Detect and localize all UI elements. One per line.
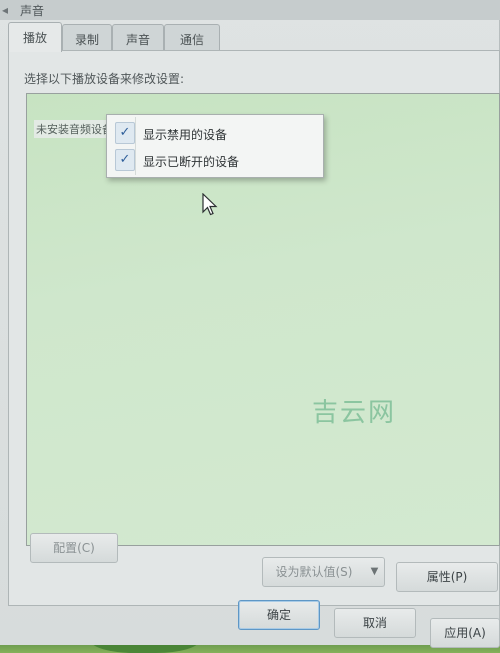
sound-dialog: ◂ 声音 播放 录制 声音 通信 选择以下播放设备来修改设置: 未安装音频设备 …	[0, 0, 500, 648]
set-default-button[interactable]: 设为默认值(S)	[262, 557, 366, 587]
context-menu: ✓ 显示禁用的设备 ✓ 显示已断开的设备	[106, 114, 324, 178]
tab-playback[interactable]: 播放	[8, 22, 62, 52]
title-bar: ◂ 声音	[0, 0, 500, 20]
menu-item-label: 显示已断开的设备	[143, 155, 240, 169]
apply-button[interactable]: 应用(A)	[430, 618, 500, 648]
menu-item-show-disconnected[interactable]: ✓ 显示已断开的设备	[109, 148, 321, 174]
tab-recording[interactable]: 录制	[62, 24, 112, 50]
speaker-icon: ◂	[2, 3, 9, 17]
cancel-button[interactable]: 取消	[334, 608, 416, 638]
checkmark-icon: ✓	[115, 149, 135, 171]
tab-communications[interactable]: 通信	[164, 24, 220, 50]
menu-item-label: 显示禁用的设备	[143, 128, 228, 142]
checkmark-icon: ✓	[115, 122, 135, 144]
chevron-down-icon[interactable]: ▼	[365, 557, 385, 587]
menu-item-show-disabled[interactable]: ✓ 显示禁用的设备	[109, 121, 321, 147]
mouse-pointer-icon	[202, 193, 218, 216]
instruction-text: 选择以下播放设备来修改设置:	[24, 72, 185, 86]
no-devices-label: 未安装音频设备	[34, 120, 115, 138]
tab-sounds[interactable]: 声音	[112, 24, 164, 50]
ok-button[interactable]: 确定	[238, 600, 320, 630]
properties-button[interactable]: 属性(P)	[396, 562, 498, 592]
watermark: 吉云网	[312, 398, 397, 428]
configure-button[interactable]: 配置(C)	[30, 533, 118, 563]
window-title: 声音	[20, 4, 45, 18]
